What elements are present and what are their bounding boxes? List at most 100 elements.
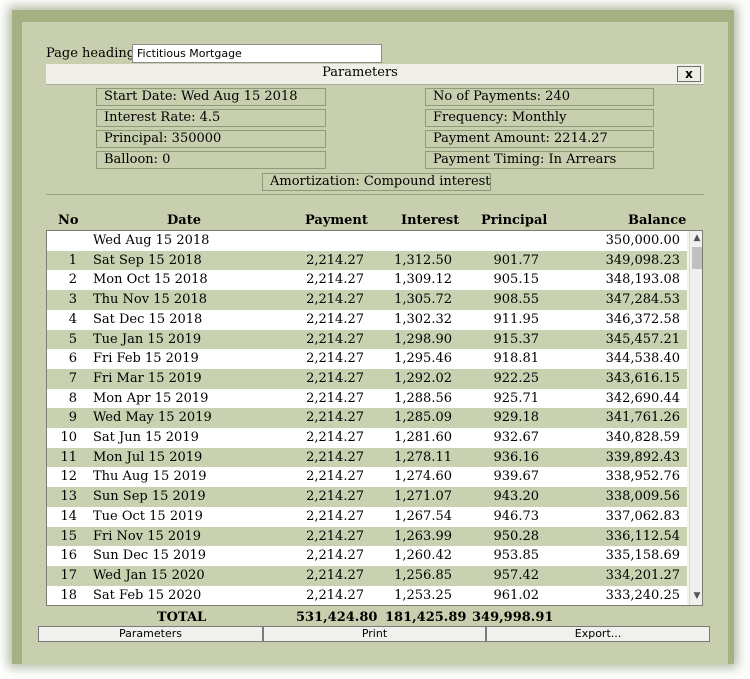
- cell-balance: 342,690.44: [605, 390, 680, 406]
- column-header-balance: Balance: [628, 213, 687, 228]
- cell-no: 16: [60, 548, 77, 564]
- table-row[interactable]: 17 Wed Jan 15 2020 2,214.27 1,256.85 957.42 3…: [47, 565, 687, 586]
- cell-no: 15: [60, 528, 77, 544]
- cell-balance: 348,193.08: [605, 272, 680, 288]
- cell-principal: 939.67: [493, 469, 540, 485]
- table-row[interactable]: 7 Fri Mar 15 2019 2,214.27 1,292.02 922.25 34…: [47, 368, 687, 389]
- table-row[interactable]: 10 Sat Jun 15 2019 2,214.27 1,281.60 932.67 3…: [47, 428, 687, 448]
- cell-no: 4: [68, 311, 77, 327]
- table-row[interactable]: 14 Tue Oct 15 2019 2,214.27 1,267.54 946.73 3…: [47, 506, 687, 527]
- cell-principal: 911.95: [493, 311, 540, 327]
- export-button[interactable]: Export...: [486, 626, 710, 642]
- cell-date: Mon Apr 15 2019: [93, 390, 209, 406]
- cell-balance: 341,761.26: [605, 410, 680, 426]
- cell-date: Thu Aug 15 2019: [93, 469, 207, 485]
- cell-principal: 915.37: [493, 331, 540, 347]
- scroll-thumb[interactable]: [692, 247, 702, 269]
- cell-principal: 901.77: [493, 252, 540, 268]
- table-row[interactable]: 6 Fri Feb 15 2019 2,214.27 1,295.46 918.81 34…: [47, 349, 687, 370]
- start-date-field: Start Date: Wed Aug 15 2018: [96, 88, 326, 106]
- column-header-principal: Principal: [481, 213, 548, 228]
- cell-principal: 943.20: [493, 489, 540, 505]
- cell-no: 9: [68, 410, 77, 426]
- payment-timing-field: Payment Timing: In Arrears: [425, 151, 654, 169]
- cell-balance: 335,158.69: [605, 548, 680, 564]
- parameters-title: Parameters: [322, 65, 398, 80]
- cell-balance: 333,240.25: [605, 587, 680, 603]
- scroll-down-icon[interactable]: ▼: [690, 589, 702, 603]
- cell-no: 18: [60, 587, 77, 603]
- cell-balance: 345,457.21: [605, 331, 680, 347]
- table-row[interactable]: Wed Aug 15 2018 350,000.00: [47, 231, 687, 251]
- cell-balance: 347,284.53: [605, 292, 680, 308]
- table-row[interactable]: 8 Mon Apr 15 2019 2,214.27 1,288.56 925.71 34…: [47, 388, 687, 409]
- cell-balance: 337,062.83: [605, 508, 680, 524]
- parameters-button[interactable]: Parameters: [38, 626, 263, 642]
- cell-principal: 953.85: [493, 548, 540, 564]
- cell-no: 7: [68, 370, 77, 386]
- cell-balance: 350,000.00: [605, 233, 680, 248]
- table-row[interactable]: 3 Thu Nov 15 2018 2,214.27 1,305.72 908.55 34…: [47, 290, 687, 311]
- table-row[interactable]: 4 Sat Dec 15 2018 2,214.27 1,302.32 911.95 34…: [47, 309, 687, 330]
- cell-balance: 343,616.15: [605, 370, 680, 386]
- cell-no: 5: [68, 331, 77, 347]
- close-parameters-button[interactable]: x: [677, 66, 701, 82]
- cell-date: Mon Oct 15 2018: [93, 272, 208, 288]
- cell-date: Fri Mar 15 2019: [93, 370, 202, 386]
- cell-balance: 338,952.76: [605, 469, 680, 485]
- cell-date: Wed May 15 2019: [93, 410, 212, 426]
- cell-date: Sat Feb 15 2020: [93, 587, 202, 603]
- cell-no: 13: [60, 489, 77, 505]
- cell-date: Wed Jan 15 2020: [93, 567, 205, 583]
- cell-date: Sat Jun 15 2019: [93, 430, 199, 445]
- page-heading-input[interactable]: [132, 44, 382, 63]
- cell-no: 3: [68, 292, 77, 308]
- cell-principal: 922.25: [493, 370, 540, 386]
- totals-payment: 531,424.80: [296, 610, 378, 625]
- cell-principal: 950.28: [493, 528, 540, 544]
- cell-no: 8: [68, 390, 77, 406]
- cell-no: 2: [68, 272, 77, 288]
- cell-date: Tue Oct 15 2019: [93, 508, 203, 524]
- table-scrollbar[interactable]: ▲ ▼: [689, 231, 702, 605]
- totals-label: TOTAL: [157, 610, 207, 625]
- cell-no: 11: [60, 449, 77, 465]
- table-row[interactable]: 9 Wed May 15 2019 2,214.27 1,285.09 929.18 34…: [47, 408, 687, 429]
- cell-date: Thu Nov 15 2018: [93, 292, 207, 308]
- cell-no: 1: [68, 252, 77, 268]
- cell-no: 10: [60, 430, 77, 445]
- cell-date: Sun Dec 15 2019: [93, 548, 207, 564]
- table-row[interactable]: 18 Sat Feb 15 2020 2,214.27 1,253.25 961.02 3…: [47, 585, 687, 605]
- cell-no: 14: [60, 508, 77, 524]
- page-heading-label: Page heading:: [46, 46, 140, 61]
- table-row[interactable]: 5 Tue Jan 15 2019 2,214.27 1,298.90 915.37 34…: [47, 329, 687, 350]
- cell-date: Sat Sep 15 2018: [93, 252, 202, 268]
- cell-balance: 338,009.56: [605, 489, 680, 505]
- table-row[interactable]: 1 Sat Sep 15 2018 2,214.27 1,312.50 901.77 34…: [47, 250, 687, 271]
- cell-date: Fri Feb 15 2019: [93, 351, 199, 367]
- print-button[interactable]: Print: [263, 626, 486, 642]
- separator-line: [46, 194, 704, 195]
- amortization-table[interactable]: Wed Aug 15 2018 350,000.00 1 Sat Sep 15 201…: [46, 230, 703, 606]
- scroll-up-icon[interactable]: ▲: [690, 231, 702, 245]
- cell-no: 12: [60, 469, 77, 485]
- table-row[interactable]: 15 Fri Nov 15 2019 2,214.27 1,263.99 950.28 3…: [47, 526, 687, 547]
- table-row[interactable]: 2 Mon Oct 15 2018 2,214.27 1,309.12 905.15 34…: [47, 270, 687, 291]
- table-row[interactable]: 16 Sun Dec 15 2019 2,214.27 1,260.42 953.85 3…: [47, 546, 687, 567]
- cell-balance: 339,892.43: [605, 449, 680, 465]
- cell-principal: 905.15: [493, 272, 540, 288]
- cell-balance: 346,372.58: [605, 311, 680, 327]
- column-header-no: No: [58, 213, 79, 228]
- table-row[interactable]: 13 Sun Sep 15 2019 2,214.27 1,271.07 943.20 3…: [47, 487, 687, 508]
- cell-date: Sat Dec 15 2018: [93, 311, 203, 327]
- num-payments-field: No of Payments: 240: [425, 88, 654, 106]
- totals-principal: 349,998.91: [472, 610, 554, 625]
- table-row[interactable]: 12 Thu Aug 15 2019 2,214.27 1,274.60 939.67 3…: [47, 467, 687, 488]
- cell-principal: 946.73: [493, 508, 540, 524]
- totals-interest: 181,425.89: [385, 610, 467, 625]
- table-row[interactable]: 11 Mon Jul 15 2019 2,214.27 1,278.11 936.16 3…: [47, 447, 687, 468]
- cell-principal: 908.55: [493, 292, 540, 308]
- cell-date: Fri Nov 15 2019: [93, 528, 201, 544]
- cell-no: 17: [60, 567, 77, 583]
- cell-principal: 932.67: [493, 430, 540, 445]
